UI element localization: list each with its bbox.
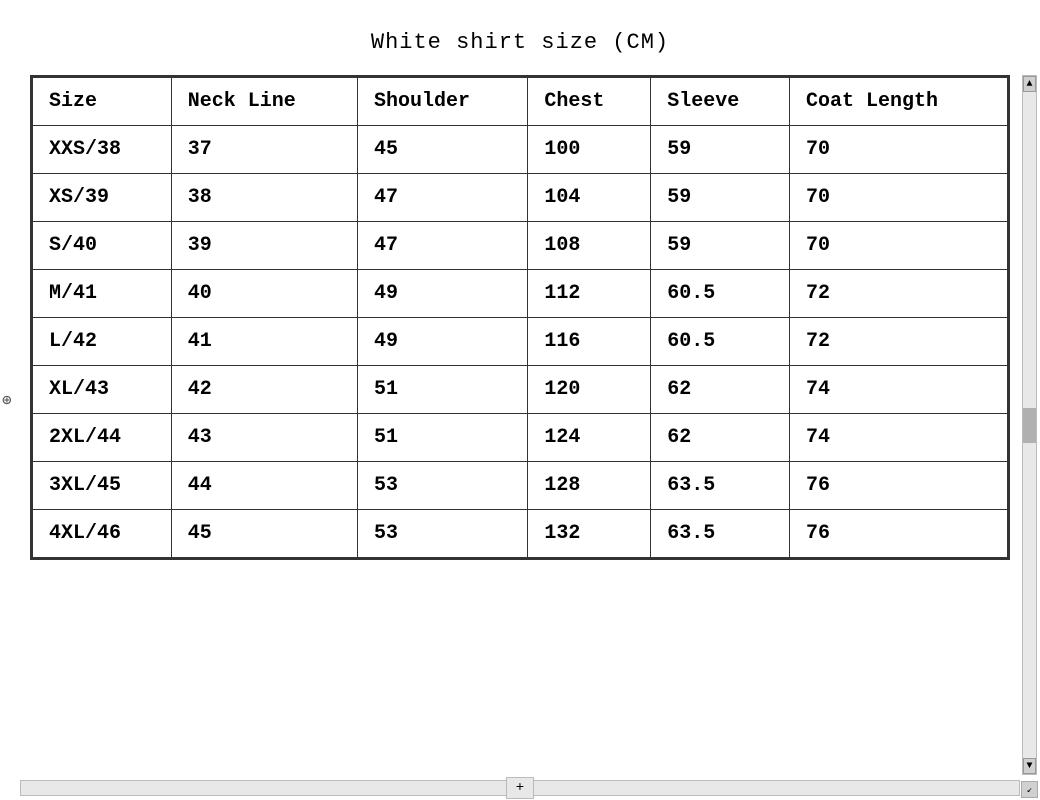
col-header-size: Size	[33, 78, 172, 126]
table-cell-0-2: 45	[357, 126, 527, 174]
table-cell-4-1: 41	[171, 318, 357, 366]
table-cell-1-1: 38	[171, 174, 357, 222]
scroll-down-btn[interactable]: ▼	[1023, 758, 1036, 774]
size-table-container: SizeNeck LineShoulderChestSleeveCoat Len…	[30, 75, 1010, 560]
resize-handle[interactable]: ⊕	[2, 390, 12, 410]
col-header-chest: Chest	[528, 78, 651, 126]
table-row: M/41404911260.572	[33, 270, 1008, 318]
table-row: 2XL/4443511246274	[33, 414, 1008, 462]
table-cell-3-4: 60.5	[651, 270, 790, 318]
table-cell-6-0: 2XL/44	[33, 414, 172, 462]
table-cell-0-4: 59	[651, 126, 790, 174]
table-cell-0-5: 70	[789, 126, 1007, 174]
table-cell-8-2: 53	[357, 510, 527, 558]
table-cell-7-2: 53	[357, 462, 527, 510]
table-row: 4XL/46455313263.576	[33, 510, 1008, 558]
bottom-scroll-track[interactable]: +	[20, 780, 1020, 796]
col-header-neck-line: Neck Line	[171, 78, 357, 126]
table-row: XS/3938471045970	[33, 174, 1008, 222]
table-cell-5-0: XL/43	[33, 366, 172, 414]
table-cell-7-0: 3XL/45	[33, 462, 172, 510]
table-row: XXS/3837451005970	[33, 126, 1008, 174]
table-cell-5-1: 42	[171, 366, 357, 414]
table-cell-7-1: 44	[171, 462, 357, 510]
table-cell-2-5: 70	[789, 222, 1007, 270]
right-scrollbar[interactable]: ▲ ▼	[1021, 75, 1038, 775]
scroll-up-btn[interactable]: ▲	[1023, 76, 1036, 92]
table-cell-4-2: 49	[357, 318, 527, 366]
table-row: S/4039471085970	[33, 222, 1008, 270]
table-cell-2-2: 47	[357, 222, 527, 270]
table-cell-1-4: 59	[651, 174, 790, 222]
col-header-sleeve: Sleeve	[651, 78, 790, 126]
table-row: XL/4342511206274	[33, 366, 1008, 414]
table-cell-5-5: 74	[789, 366, 1007, 414]
scroll-thumb[interactable]	[1023, 408, 1036, 443]
table-cell-5-4: 62	[651, 366, 790, 414]
col-header-coat-length: Coat Length	[789, 78, 1007, 126]
table-cell-3-2: 49	[357, 270, 527, 318]
table-cell-0-0: XXS/38	[33, 126, 172, 174]
size-table: SizeNeck LineShoulderChestSleeveCoat Len…	[32, 77, 1008, 558]
table-header-row: SizeNeck LineShoulderChestSleeveCoat Len…	[33, 78, 1008, 126]
table-cell-2-3: 108	[528, 222, 651, 270]
table-cell-8-5: 76	[789, 510, 1007, 558]
table-cell-8-0: 4XL/46	[33, 510, 172, 558]
table-cell-3-0: M/41	[33, 270, 172, 318]
scrollbar-track[interactable]: ▲ ▼	[1022, 75, 1037, 775]
table-cell-7-4: 63.5	[651, 462, 790, 510]
table-row: L/42414911660.572	[33, 318, 1008, 366]
page-title: White shirt size (CM)	[371, 30, 669, 55]
table-row: 3XL/45445312863.576	[33, 462, 1008, 510]
col-header-shoulder: Shoulder	[357, 78, 527, 126]
table-cell-3-5: 72	[789, 270, 1007, 318]
table-cell-8-4: 63.5	[651, 510, 790, 558]
table-cell-6-5: 74	[789, 414, 1007, 462]
table-cell-0-1: 37	[171, 126, 357, 174]
table-cell-4-3: 116	[528, 318, 651, 366]
corner-btn[interactable]: ↙	[1021, 781, 1038, 798]
table-cell-6-4: 62	[651, 414, 790, 462]
table-cell-1-0: XS/39	[33, 174, 172, 222]
table-cell-2-0: S/40	[33, 222, 172, 270]
table-cell-7-3: 128	[528, 462, 651, 510]
table-cell-8-1: 45	[171, 510, 357, 558]
table-cell-8-3: 132	[528, 510, 651, 558]
table-body: XXS/3837451005970XS/3938471045970S/40394…	[33, 126, 1008, 558]
table-cell-6-2: 51	[357, 414, 527, 462]
table-cell-7-5: 76	[789, 462, 1007, 510]
table-cell-4-4: 60.5	[651, 318, 790, 366]
table-cell-2-1: 39	[171, 222, 357, 270]
table-cell-0-3: 100	[528, 126, 651, 174]
table-cell-6-1: 43	[171, 414, 357, 462]
page-wrapper: White shirt size (CM) ⊕ SizeNeck LineSho…	[0, 0, 1040, 800]
table-cell-1-3: 104	[528, 174, 651, 222]
table-cell-1-2: 47	[357, 174, 527, 222]
table-cell-3-3: 112	[528, 270, 651, 318]
table-cell-2-4: 59	[651, 222, 790, 270]
table-cell-6-3: 124	[528, 414, 651, 462]
bottom-scrollbar: +	[20, 778, 1020, 798]
table-cell-1-5: 70	[789, 174, 1007, 222]
bottom-plus-btn[interactable]: +	[506, 777, 534, 799]
table-cell-4-0: L/42	[33, 318, 172, 366]
table-cell-4-5: 72	[789, 318, 1007, 366]
table-cell-5-2: 51	[357, 366, 527, 414]
table-cell-5-3: 120	[528, 366, 651, 414]
table-cell-3-1: 40	[171, 270, 357, 318]
